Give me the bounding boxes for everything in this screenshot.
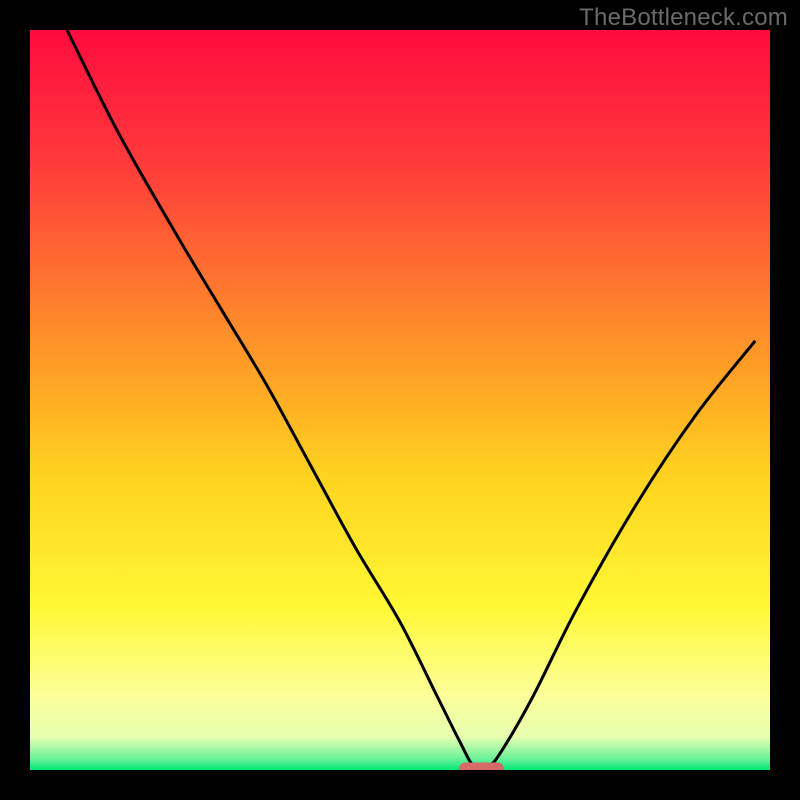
gradient-background	[30, 30, 770, 770]
watermark-text: TheBottleneck.com	[579, 4, 788, 32]
optimal-marker	[459, 763, 503, 770]
chart-frame: TheBottleneck.com	[0, 0, 800, 800]
bottleneck-chart	[30, 30, 770, 770]
